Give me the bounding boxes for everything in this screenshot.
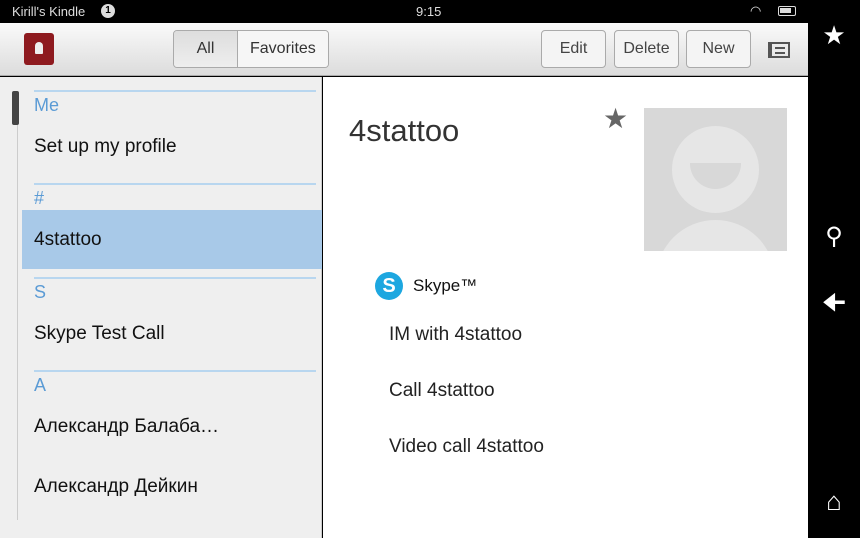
- battery-icon: [778, 6, 796, 16]
- list-item[interactable]: Александр Дейкин: [22, 457, 322, 516]
- menu-icon[interactable]: [768, 42, 790, 58]
- section-header: #: [34, 183, 316, 209]
- device-name: Kirill's Kindle: [12, 4, 86, 19]
- list-item[interactable]: Set up my profile: [22, 117, 322, 176]
- contact-name: 4stattoo: [349, 113, 460, 148]
- list-item[interactable]: Александр Балаба…: [22, 397, 322, 456]
- tab-favorites[interactable]: Favorites: [238, 31, 328, 67]
- section-header: Me: [34, 90, 316, 116]
- scrollbar[interactable]: [12, 91, 19, 125]
- system-nav-bar: ★ ⚲ 🠈 ⌂: [808, 0, 860, 538]
- favorite-star-icon[interactable]: ★: [603, 102, 628, 135]
- call-action[interactable]: Call 4stattoo: [389, 380, 495, 402]
- tab-all[interactable]: All: [174, 31, 238, 67]
- status-bar: Kirill's Kindle 1 9:15 ◠: [0, 0, 808, 23]
- section-header: S: [34, 277, 316, 303]
- avatar: [644, 108, 787, 251]
- filter-tabs: All Favorites: [173, 30, 329, 68]
- delete-button[interactable]: Delete: [614, 30, 679, 68]
- divider: [17, 125, 18, 520]
- search-icon[interactable]: ⚲: [808, 222, 860, 251]
- list-item[interactable]: 4stattoo: [22, 210, 322, 269]
- section-header: A: [34, 370, 316, 396]
- skype-icon: S: [375, 272, 403, 300]
- video-call-action[interactable]: Video call 4stattoo: [389, 436, 544, 458]
- favorites-star-icon[interactable]: ★: [808, 20, 860, 51]
- im-action[interactable]: IM with 4stattoo: [389, 324, 522, 346]
- home-icon[interactable]: ⌂: [808, 486, 860, 517]
- edit-button[interactable]: Edit: [541, 30, 606, 68]
- service-label: Skype™: [413, 276, 478, 295]
- new-button[interactable]: New: [686, 30, 751, 68]
- clock: 9:15: [416, 4, 442, 19]
- contacts-app-icon: [24, 33, 54, 65]
- contact-list: Me Set up my profile # 4stattoo S Skype …: [0, 77, 322, 538]
- notification-badge[interactable]: 1: [101, 4, 115, 18]
- toolbar: All Favorites Edit Delete New: [0, 23, 808, 76]
- wifi-icon: ◠: [750, 3, 762, 18]
- contact-detail: 4stattoo ★ S Skype™ IM with 4stattoo Cal…: [323, 77, 808, 538]
- back-arrow-icon[interactable]: 🠈: [808, 284, 860, 328]
- list-item[interactable]: Skype Test Call: [22, 304, 322, 363]
